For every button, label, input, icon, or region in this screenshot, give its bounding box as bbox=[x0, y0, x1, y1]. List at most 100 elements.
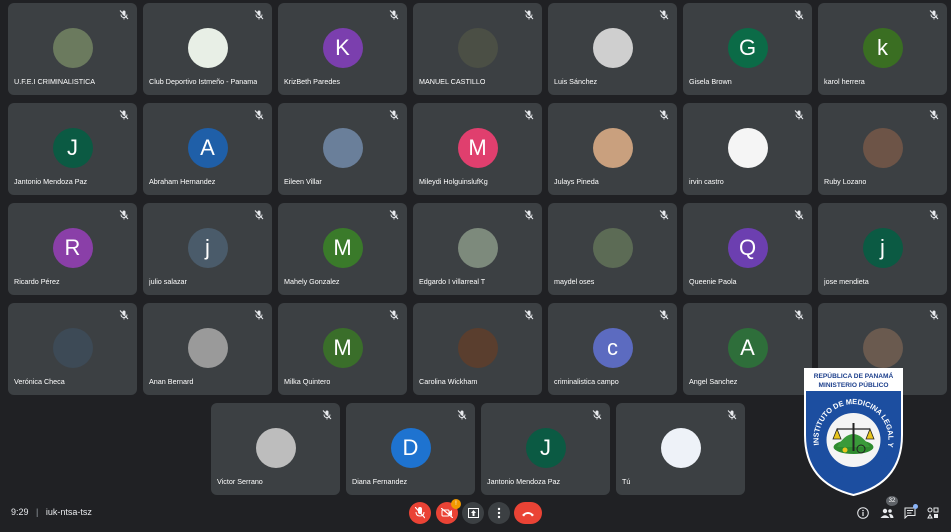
avatar-initial: M bbox=[333, 235, 352, 260]
mic-muted-icon bbox=[389, 110, 399, 120]
mic-muted-icon bbox=[322, 410, 332, 420]
participant-name: Club Deportivo Istmeño - Panama bbox=[149, 77, 258, 86]
participant-tile[interactable]: Club Deportivo Istmeño - Panama bbox=[143, 3, 272, 95]
info-icon bbox=[857, 507, 869, 519]
avatar: G bbox=[727, 28, 768, 68]
mic-muted-icon bbox=[727, 410, 737, 420]
activities-icon bbox=[927, 507, 939, 519]
present-button[interactable] bbox=[462, 502, 484, 524]
participant-tile[interactable]: Julays Pineda bbox=[548, 103, 677, 195]
leave-call-button[interactable] bbox=[514, 502, 542, 524]
participant-name: Angel Sanchez bbox=[689, 377, 738, 386]
more-options-button[interactable] bbox=[488, 502, 510, 524]
participant-tile[interactable]: D Diana Fernandez bbox=[346, 403, 475, 495]
meeting-details-button[interactable] bbox=[854, 502, 872, 524]
participant-tile[interactable]: Tú bbox=[616, 403, 745, 495]
participant-tile[interactable]: Victor Serrano bbox=[211, 403, 340, 495]
participant-name: Jantonio Mendoza Paz bbox=[14, 177, 88, 186]
participant-name: irvin castro bbox=[689, 177, 724, 186]
participant-tile[interactable]: G Gisela Brown bbox=[683, 3, 812, 95]
avatar: M bbox=[322, 228, 363, 268]
mic-toggle-button[interactable] bbox=[409, 502, 431, 524]
people-icon bbox=[880, 508, 894, 518]
participant-tile[interactable]: J Jantonio Mendoza Paz bbox=[8, 103, 137, 195]
participant-tile[interactable]: Verónica Checa bbox=[8, 303, 137, 395]
participant-tile[interactable]: Luis Sánchez bbox=[548, 3, 677, 95]
participant-tile[interactable]: irvin castro bbox=[683, 103, 812, 195]
people-button[interactable]: 32 bbox=[878, 496, 898, 524]
participant-tile[interactable]: j jose mendieta bbox=[818, 203, 947, 295]
end-call-icon bbox=[522, 511, 534, 516]
participant-tile[interactable]: Anan Bernard bbox=[143, 303, 272, 395]
participant-name: Diana Fernandez bbox=[352, 477, 408, 486]
participant-name: Ricardo Pérez bbox=[14, 277, 60, 286]
mic-muted-icon bbox=[254, 310, 264, 320]
avatar bbox=[592, 228, 633, 268]
avatar-initial: k bbox=[877, 35, 888, 60]
avatar: K bbox=[322, 28, 363, 68]
avatar-initial: j bbox=[205, 235, 210, 260]
avatar-initial: j bbox=[880, 235, 885, 260]
participant-name: MANUEL CASTILLO bbox=[419, 77, 486, 86]
warning-badge: ! bbox=[451, 499, 461, 509]
mic-muted-icon bbox=[794, 310, 804, 320]
avatar bbox=[660, 428, 701, 468]
participant-tile[interactable]: M Milka Quintero bbox=[278, 303, 407, 395]
participant-tile[interactable]: M Mileydi HolguinslufKg bbox=[413, 103, 542, 195]
mic-muted-icon bbox=[254, 110, 264, 120]
participant-name: Jantonio Mendoza Paz bbox=[487, 477, 561, 486]
participant-name: U.F.E.I CRIMINALISTICA bbox=[14, 77, 96, 86]
participant-name: Abraham Hernandez bbox=[149, 177, 216, 186]
participant-tile[interactable]: j julio salazar bbox=[143, 203, 272, 295]
participant-tile[interactable]: MANUEL CASTILLO bbox=[413, 3, 542, 95]
participant-name: julio salazar bbox=[149, 277, 187, 286]
chat-button[interactable] bbox=[901, 502, 919, 524]
participant-tile[interactable]: R Ricardo Pérez bbox=[8, 203, 137, 295]
participant-name: Luis Sánchez bbox=[554, 77, 598, 86]
participant-tile[interactable]: Edgardo I villarreal T bbox=[413, 203, 542, 295]
mic-muted-icon bbox=[119, 10, 129, 20]
avatar: c bbox=[592, 328, 633, 368]
participant-tile[interactable]: c criminalistica campo bbox=[548, 303, 677, 395]
participant-tile[interactable]: k karol herrera bbox=[818, 3, 947, 95]
participant-tile[interactable]: Eileen Villar bbox=[278, 103, 407, 195]
meeting-code: iuk-ntsa-tsz bbox=[45, 507, 92, 517]
participant-name: KrizBeth Paredes bbox=[284, 77, 340, 86]
participant-tile[interactable]: K KrizBeth Paredes bbox=[278, 3, 407, 95]
mic-muted-icon bbox=[119, 310, 129, 320]
participant-tile[interactable]: M Mahely Gonzalez bbox=[278, 203, 407, 295]
participant-tile[interactable]: J Jantonio Mendoza Paz bbox=[481, 403, 610, 495]
avatar-initial: G bbox=[738, 35, 757, 60]
participant-tile[interactable]: Ruby Lozano bbox=[818, 103, 947, 195]
mic-muted-icon bbox=[659, 210, 669, 220]
participant-name: maydel oses bbox=[554, 277, 595, 286]
participant-tile[interactable]: U.F.E.I CRIMINALISTICA bbox=[8, 3, 137, 95]
participant-tile[interactable]: maydel oses bbox=[548, 203, 677, 295]
avatar bbox=[457, 28, 498, 68]
participant-row: J Jantonio Mendoza Paz A Abraham Hernandez E… bbox=[8, 103, 947, 195]
avatar bbox=[727, 128, 768, 168]
avatar bbox=[862, 128, 903, 168]
avatar-initial: J bbox=[67, 135, 78, 160]
participant-name: Eileen Villar bbox=[284, 177, 322, 186]
participant-tile[interactable]: A Angel Sanchez bbox=[683, 303, 812, 395]
mic-muted-icon bbox=[592, 410, 602, 420]
avatar: Q bbox=[727, 228, 768, 268]
participant-tile[interactable]: Q Queenie Paola bbox=[683, 203, 812, 295]
camera-toggle-button[interactable]: ! bbox=[436, 499, 461, 524]
participant-name: Milka Quintero bbox=[284, 377, 331, 386]
participant-tile[interactable]: A Abraham Hernandez bbox=[143, 103, 272, 195]
mic-muted-icon bbox=[254, 210, 264, 220]
mic-muted-icon bbox=[119, 110, 129, 120]
participant-name: Tú bbox=[622, 477, 631, 486]
avatar-initial: M bbox=[333, 335, 352, 360]
avatar bbox=[52, 328, 93, 368]
avatar-initial: J bbox=[540, 435, 551, 460]
avatar bbox=[187, 28, 228, 68]
participant-tile[interactable]: Carolina Wickham bbox=[413, 303, 542, 395]
mic-muted-icon bbox=[119, 210, 129, 220]
avatar-initial: K bbox=[335, 35, 350, 60]
avatar: j bbox=[187, 228, 228, 268]
activities-button[interactable] bbox=[924, 502, 942, 524]
mic-muted-icon bbox=[794, 110, 804, 120]
